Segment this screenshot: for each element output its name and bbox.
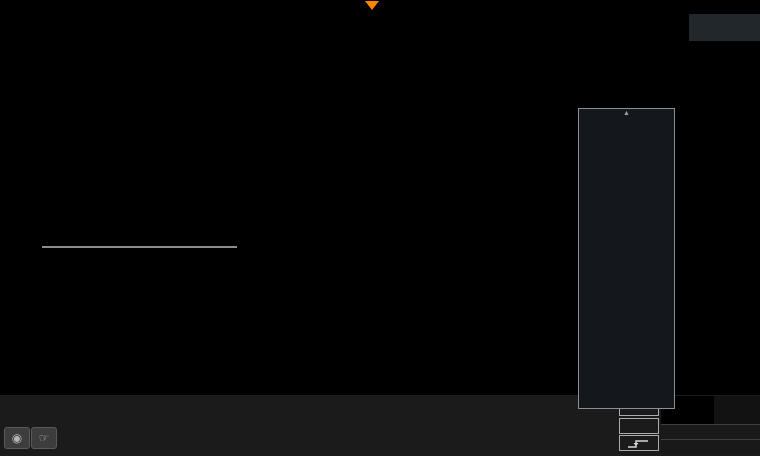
sidebar-menu: [689, 0, 760, 395]
trigger-position-marker[interactable]: [365, 1, 379, 10]
measurement-table[interactable]: [42, 246, 237, 248]
function-dropdown: ▲: [578, 108, 675, 409]
acquisition-window-row: [661, 424, 760, 439]
sidebar-title-power[interactable]: [689, 14, 760, 41]
oscilloscope-screen: ▲ ◉ ☞: [0, 0, 760, 456]
scroll-up-icon[interactable]: ▲: [579, 109, 674, 119]
acquisition-mode-row: [661, 439, 760, 454]
rising-edge-icon[interactable]: [619, 435, 659, 451]
trigger-level-value[interactable]: [619, 418, 659, 434]
pointer-mode-icon[interactable]: ☞: [31, 427, 57, 449]
horizontal-position-box[interactable]: [714, 396, 760, 424]
touch-mode-icon[interactable]: ◉: [4, 427, 30, 449]
